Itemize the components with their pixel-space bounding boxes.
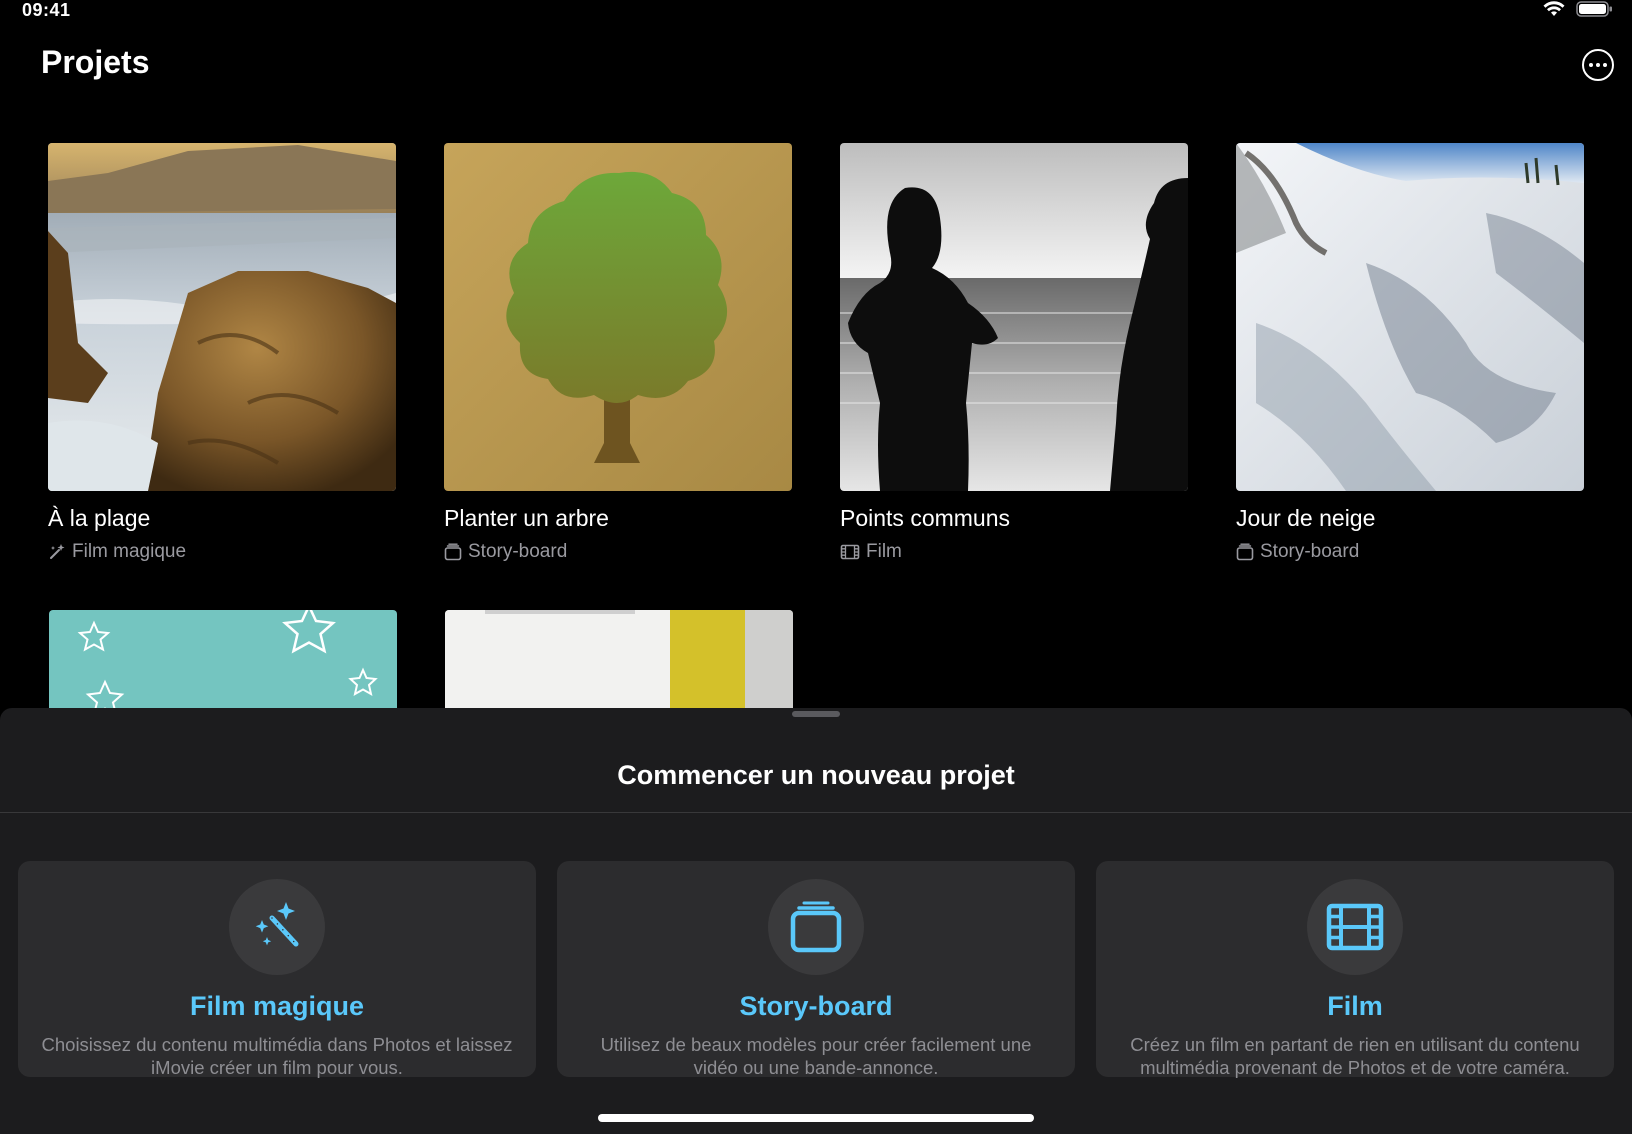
- status-icons: [1542, 0, 1614, 18]
- magic-wand-icon: [255, 902, 299, 947]
- project-card-snow[interactable]: Jour de neige Story-board: [1236, 143, 1584, 563]
- sheet-grabber[interactable]: [792, 711, 840, 717]
- project-thumbnail: [1236, 143, 1584, 491]
- film-icon: [840, 544, 860, 560]
- wifi-icon: [1543, 1, 1565, 16]
- option-description: Créez un film en partant de rien en util…: [1130, 1034, 1580, 1078]
- project-card-tree[interactable]: Planter un arbre Story-board: [444, 143, 792, 563]
- more-options-button[interactable]: [1582, 49, 1614, 81]
- option-description: Utilisez de beaux modèles pour créer fac…: [600, 1034, 1032, 1078]
- project-thumbnail: [48, 143, 396, 491]
- project-type-label: Film: [866, 541, 902, 562]
- project-title: Planter un arbre: [444, 505, 609, 531]
- option-description: Choisissez du contenu multimédia dans Ph…: [41, 1034, 513, 1078]
- ellipsis-icon: [1589, 63, 1593, 67]
- storyboard-icon: [790, 901, 842, 953]
- project-title: Jour de neige: [1236, 505, 1376, 531]
- icon-circle: [1307, 879, 1403, 975]
- icon-circle: [768, 879, 864, 975]
- new-project-sheet: Commencer un nouveau projet Film magique…: [0, 708, 1632, 1134]
- project-thumbnail: [444, 143, 792, 491]
- magic-wand-icon: [50, 544, 65, 559]
- project-thumbnail: [840, 143, 1188, 491]
- option-title: Story-board: [739, 991, 893, 1021]
- divider: [0, 812, 1632, 813]
- project-type: Film magique: [48, 541, 396, 563]
- project-card-partial-room[interactable]: [445, 610, 793, 710]
- sheet-title: Commencer un nouveau projet: [617, 760, 1015, 790]
- option-title: Film magique: [189, 991, 365, 1021]
- storyboard-icon: [444, 543, 462, 561]
- status-time: 09:41: [22, 0, 71, 20]
- battery-icon: [1576, 1, 1612, 17]
- project-type-label: Story-board: [1260, 541, 1360, 562]
- project-title: Points communs: [840, 505, 1011, 531]
- option-title: Film: [1327, 991, 1383, 1021]
- project-card-silhouettes[interactable]: Points communs Film: [840, 143, 1188, 563]
- page-title: Projets: [41, 44, 150, 80]
- option-storyboard[interactable]: Story-board Utilisez de beaux modèles po…: [557, 861, 1075, 1078]
- project-type: Film: [840, 541, 1188, 563]
- project-card-beach[interactable]: À la plage Film magique: [48, 143, 396, 563]
- home-indicator[interactable]: [598, 1114, 1034, 1122]
- project-card-partial-stars[interactable]: [49, 610, 397, 710]
- project-type-label: Film magique: [72, 541, 187, 562]
- icon-circle: [229, 879, 325, 975]
- film-icon: [1326, 903, 1384, 951]
- project-type-label: Story-board: [468, 541, 568, 562]
- option-magic-movie[interactable]: Film magique Choisissez du contenu multi…: [18, 861, 536, 1078]
- storyboard-icon: [1236, 543, 1254, 561]
- project-title: À la plage: [48, 505, 151, 531]
- project-type: Story-board: [444, 541, 792, 563]
- option-movie[interactable]: Film Créez un film en partant de rien en…: [1096, 861, 1614, 1078]
- project-type: Story-board: [1236, 541, 1584, 563]
